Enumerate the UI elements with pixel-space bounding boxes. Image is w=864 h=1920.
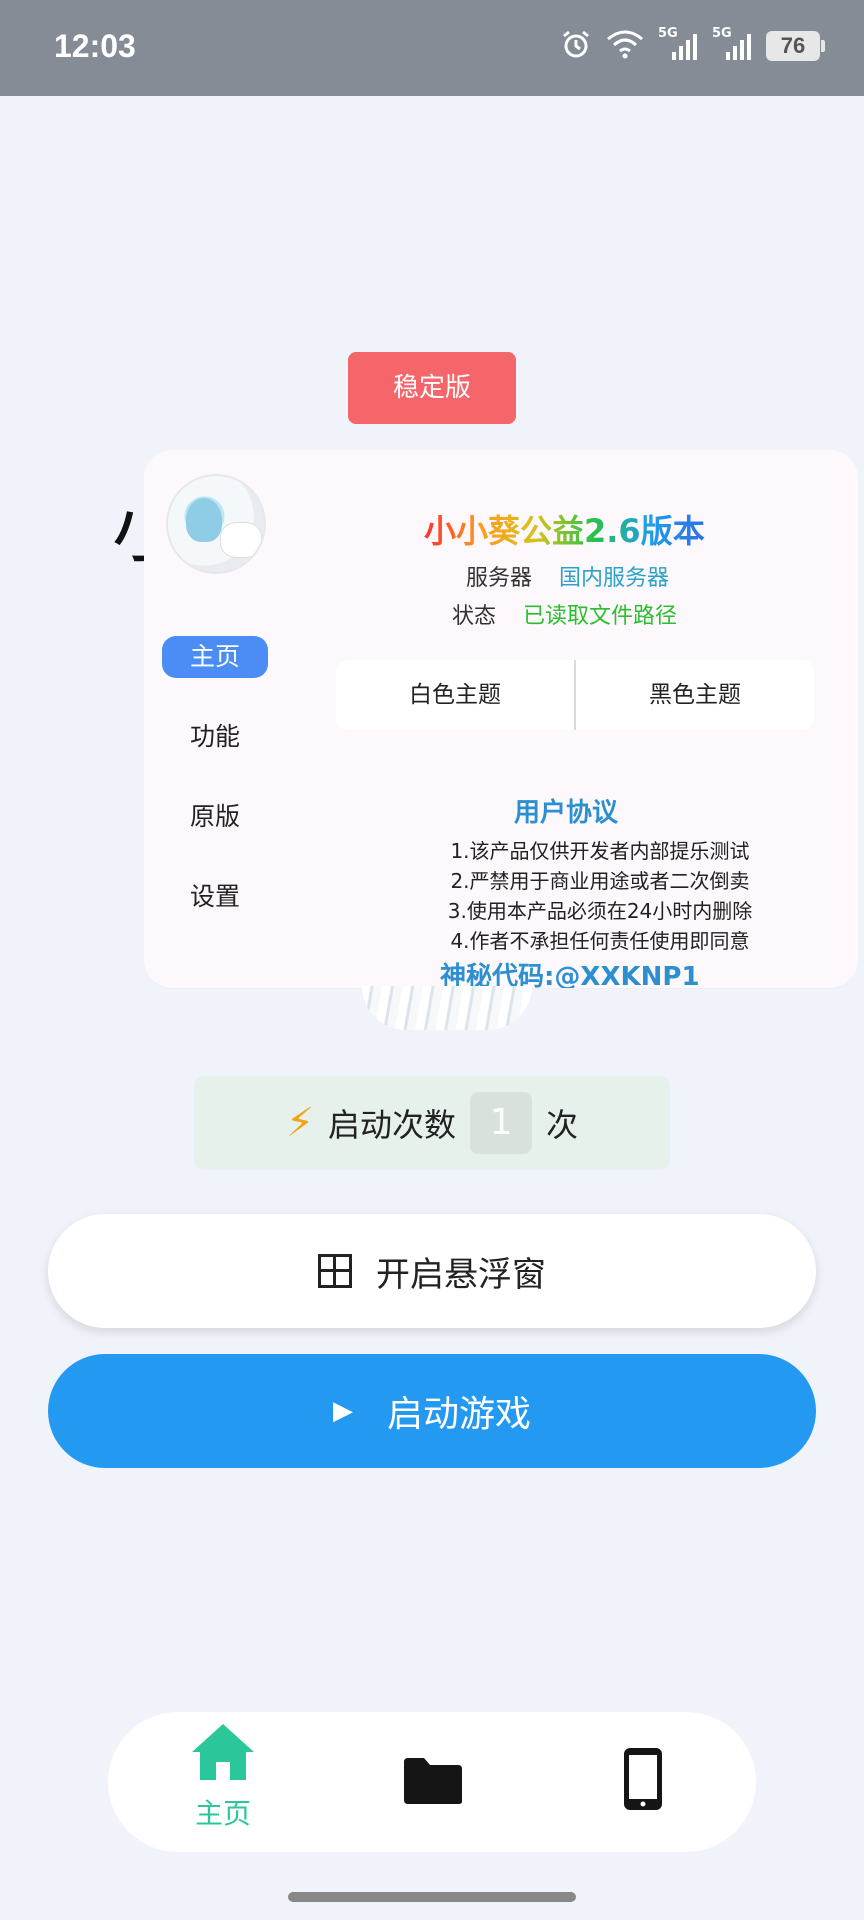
bottom-nav: 主页	[108, 1712, 756, 1852]
card-title: 小小葵公益2.6版本	[424, 506, 705, 552]
side-nav-original[interactable]: 原版	[162, 796, 268, 838]
open-float-window-label: 开启悬浮窗	[376, 1254, 546, 1295]
start-game-button[interactable]: ▶ 启动游戏	[48, 1354, 816, 1468]
side-nav-features[interactable]: 功能	[162, 716, 268, 758]
agreement-item: 3.使用本产品必须在24小时内删除	[447, 899, 753, 923]
phone-icon	[622, 1746, 664, 1816]
play-icon: ▶	[332, 1396, 353, 1426]
bottom-nav-files[interactable]	[378, 1712, 488, 1852]
signal-1-label: 5G	[658, 26, 678, 41]
side-nav-home[interactable]: 主页	[162, 636, 268, 678]
signal-icon-2: 5G	[712, 26, 752, 62]
agreement-title: 用户协议	[514, 798, 619, 828]
start-game-label: 启动游戏	[386, 1394, 531, 1435]
bottom-nav-home[interactable]: 主页	[168, 1712, 278, 1852]
bottom-nav-device[interactable]	[588, 1712, 698, 1852]
agreement-item: 4.作者不承担任何责任使用即同意	[450, 929, 750, 953]
folder-icon	[402, 1756, 464, 1810]
status-icons: 5G 5G 76	[560, 26, 825, 64]
launch-count-unit: 次	[546, 1106, 579, 1144]
stable-version-badge[interactable]: 稳定版	[348, 352, 516, 424]
dark-theme-button[interactable]: 黑色主题	[576, 660, 814, 730]
launch-count-label: 启动次数	[328, 1106, 457, 1144]
server-row: 服务器 国内服务器	[466, 560, 669, 592]
grid-icon	[318, 1254, 352, 1288]
secret-code: 神秘代码:@XXKNP1	[440, 962, 700, 988]
status-bar: 12:03 5G 5G 76	[0, 0, 864, 96]
status-label: 状态	[452, 604, 497, 629]
avatar	[166, 474, 266, 574]
gesture-bar[interactable]	[288, 1892, 576, 1902]
signal-icon-1: 5G	[658, 26, 698, 62]
agreement-item: 2.严禁用于商业用途或者二次倒卖	[450, 869, 750, 893]
alarm-icon	[560, 28, 592, 64]
signal-2-label: 5G	[712, 26, 732, 41]
header-image-fragment	[362, 986, 532, 1030]
lightning-icon: ⚡	[285, 1100, 315, 1146]
side-nav-settings[interactable]: 设置	[162, 876, 268, 918]
agreement-list: 1.该产品仅供开发者内部提乐测试 2.严禁用于商业用途或者二次倒卖 3.使用本产…	[410, 836, 790, 956]
server-value[interactable]: 国内服务器	[559, 566, 669, 591]
theme-switch: 白色主题 黑色主题	[336, 660, 814, 730]
side-nav: 主页 功能 原版 设置	[162, 636, 270, 956]
home-icon	[190, 1722, 256, 1786]
open-float-window-button[interactable]: 开启悬浮窗	[48, 1214, 816, 1328]
status-time: 12:03	[54, 28, 136, 64]
status-row: 状态 已读取文件路径	[452, 598, 677, 630]
battery-indicator: 76	[766, 31, 825, 61]
bottom-nav-home-label: 主页	[194, 1797, 251, 1830]
light-theme-button[interactable]: 白色主题	[336, 660, 574, 730]
server-label: 服务器	[466, 566, 533, 591]
menu-card: 小小葵公益2.6版本 服务器 国内服务器 状态 已读取文件路径 主页 功能 原版…	[144, 450, 858, 988]
status-value: 已读取文件路径	[523, 604, 678, 629]
agreement-item: 1.该产品仅供开发者内部提乐测试	[450, 839, 750, 863]
wifi-icon	[606, 29, 644, 63]
launch-count-value: 1	[470, 1092, 533, 1154]
launch-count-panel: ⚡ 启动次数 1 次	[194, 1076, 670, 1170]
